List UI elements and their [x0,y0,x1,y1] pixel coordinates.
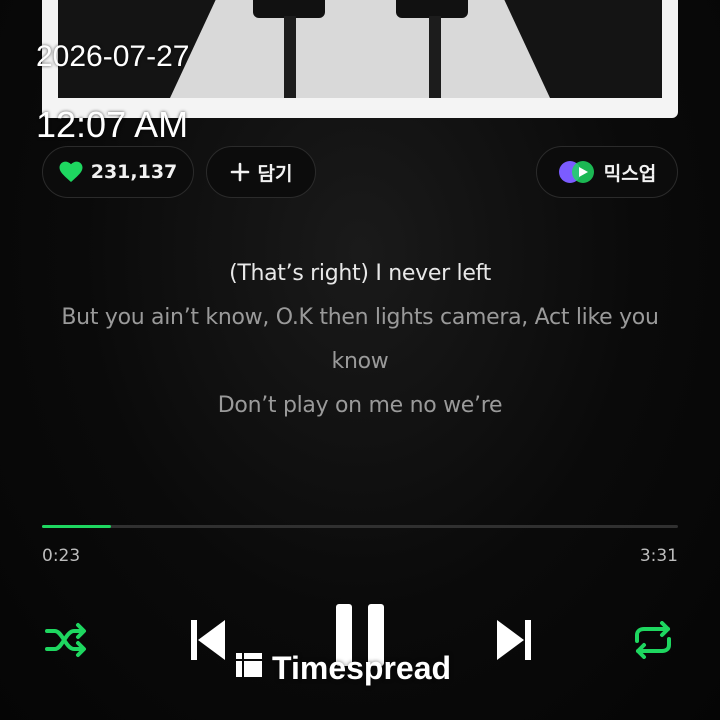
plus-icon [230,162,250,182]
skip-next-icon [494,618,534,666]
like-button[interactable]: 231,137 [42,146,194,198]
progress-bar[interactable] [42,525,678,528]
lyric-line: But you ain’t know, O.K then lights came… [61,305,659,374]
lyric-line: Don’t play on me no we’re [217,393,503,418]
elapsed-time: 0:23 [42,546,81,566]
watermark-logo-icon [234,649,264,687]
heart-icon [59,161,83,183]
mixup-button[interactable]: 믹스업 [536,146,678,198]
album-art-light [170,0,550,98]
shuffle-button[interactable] [42,620,90,664]
repeat-icon [632,621,674,663]
lyrics-panel[interactable]: (That’s right) I never left But you ain’… [60,252,660,428]
status-time: 12:07 AM [36,104,189,145]
next-button[interactable] [490,616,538,668]
album-art-shape [429,16,441,98]
like-count: 231,137 [90,161,178,183]
progress-fill [42,525,112,528]
watermark: Timespread [234,648,451,688]
mixup-icon [558,160,596,184]
previous-button[interactable] [184,616,232,668]
album-art-shape [284,16,296,98]
shuffle-icon [44,622,88,662]
status-date: 2026-07-27 [36,40,190,73]
skip-previous-icon [188,618,228,666]
lyric-line-current: (That’s right) I never left [229,261,491,286]
repeat-button[interactable] [630,620,676,664]
add-to-playlist-button[interactable]: 담기 [206,146,316,198]
watermark-text: Timespread [272,649,452,686]
add-label: 담기 [257,162,293,185]
mixup-label: 믹스업 [603,162,657,185]
total-time: 3:31 [639,546,678,566]
